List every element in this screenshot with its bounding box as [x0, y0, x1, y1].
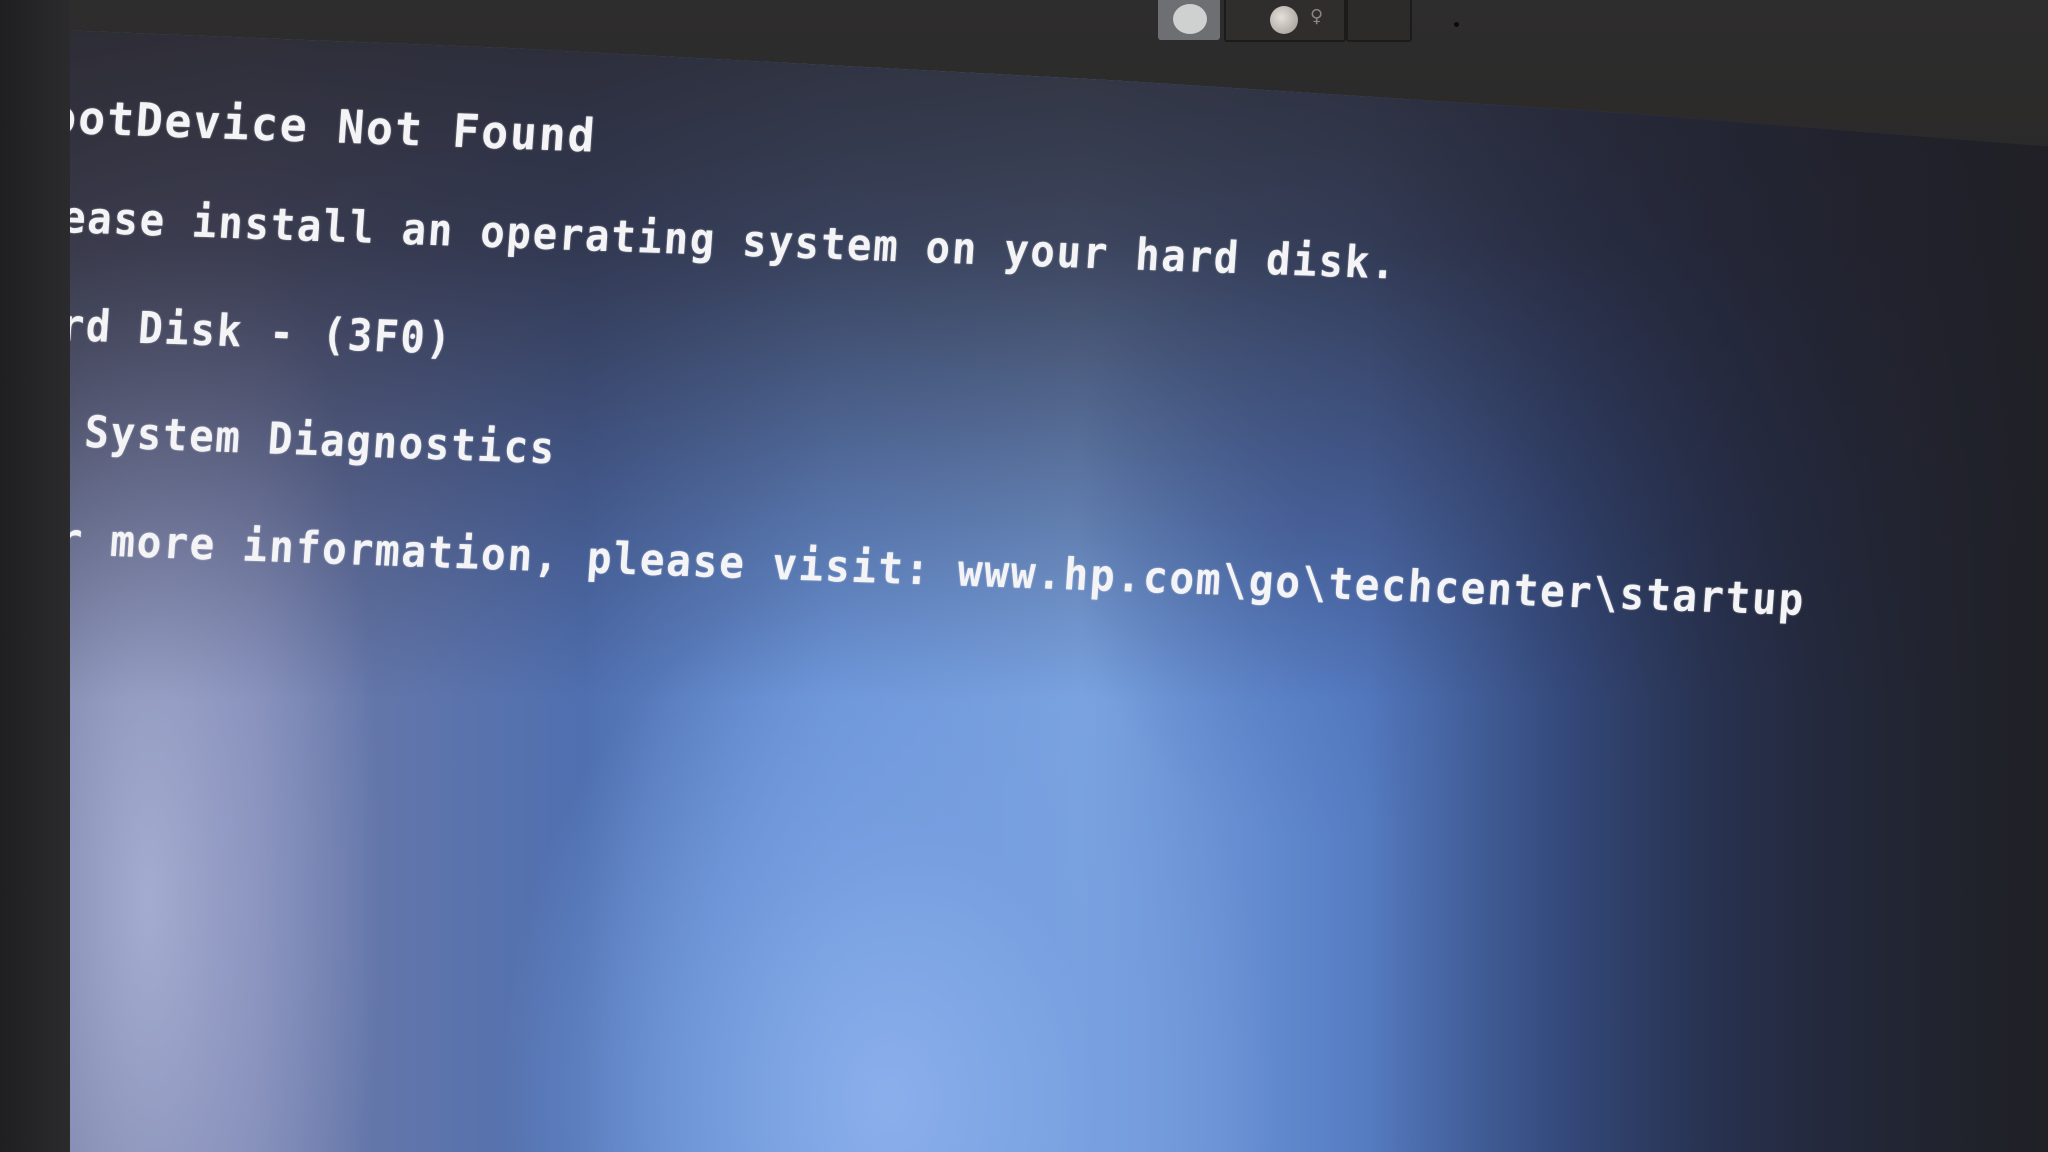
- status-led-icon: [1270, 6, 1298, 34]
- power-led-icon: [1173, 4, 1207, 34]
- bios-screen: BootDevice Not Found Please install an o…: [8, 28, 2048, 1152]
- bezel-button-3[interactable]: [1346, 0, 1412, 42]
- monitor-bezel-left: [0, 0, 70, 1152]
- photo-of-monitor: BootDevice Not Found Please install an o…: [0, 0, 2048, 1152]
- light-bulb-icon: ♀: [1310, 6, 1324, 27]
- camera-icon: [1454, 22, 1459, 27]
